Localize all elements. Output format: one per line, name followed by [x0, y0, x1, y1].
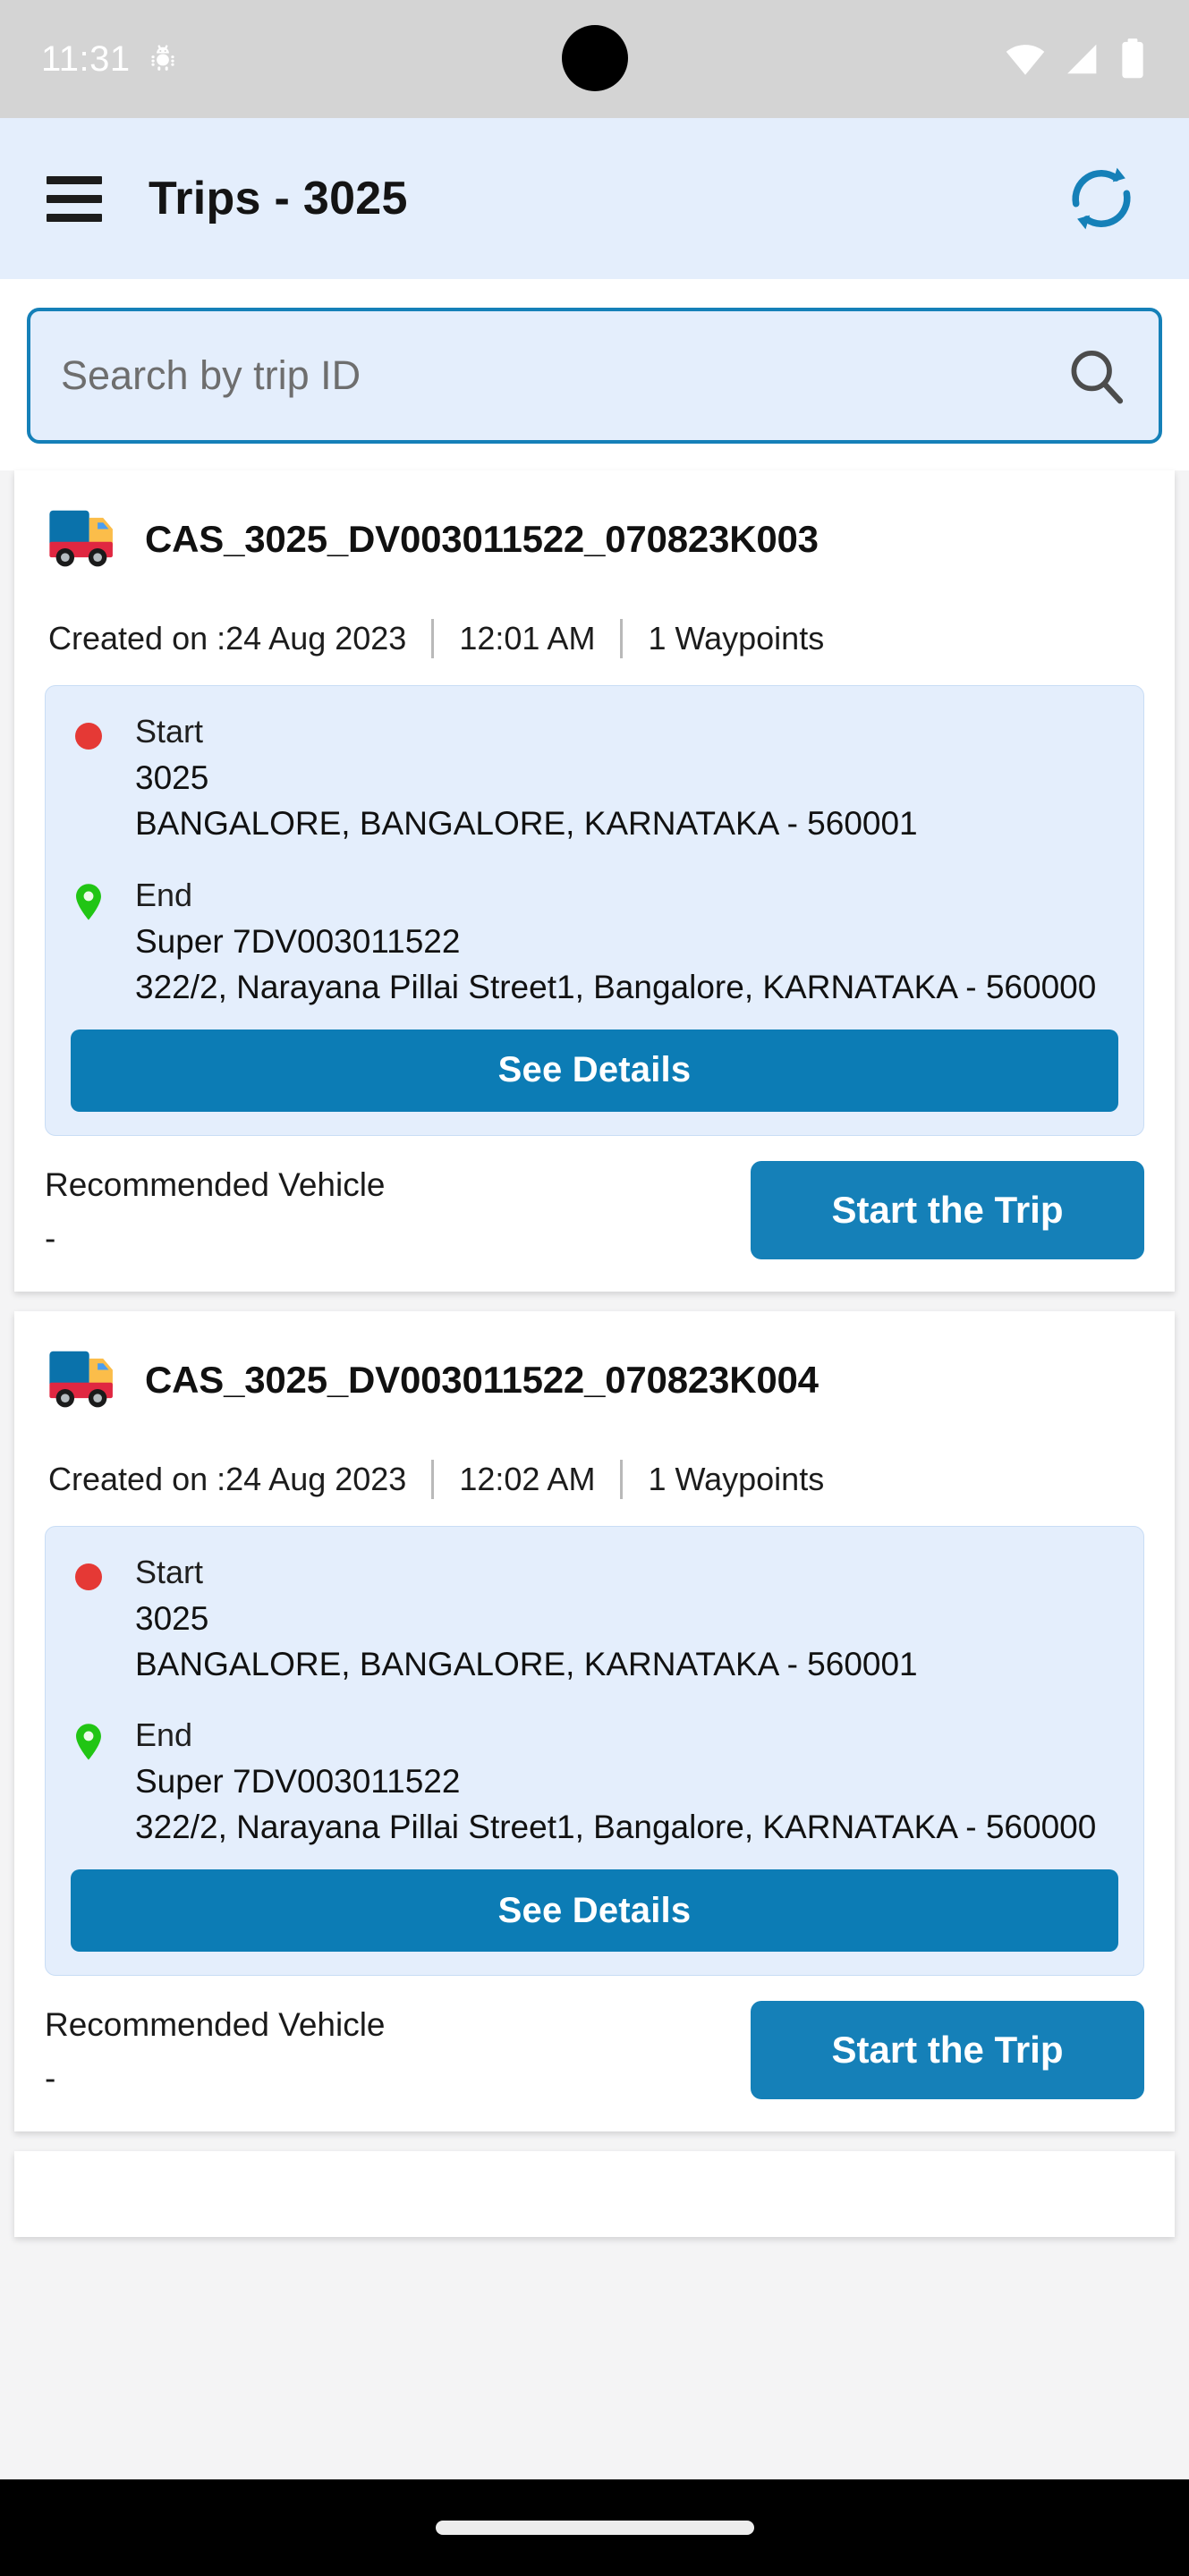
search-section	[0, 279, 1189, 470]
page-title: Trips - 3025	[149, 173, 408, 225]
app-bar: Trips - 3025	[0, 118, 1189, 279]
start-name: 3025	[135, 1599, 209, 1637]
refresh-sync-icon	[1072, 167, 1131, 230]
end-name: Super 7DV003011522	[135, 922, 461, 960]
trip-card-partial[interactable]	[14, 2151, 1175, 2238]
meta-divider	[620, 1459, 624, 1499]
created-date: 24 Aug 2023	[225, 620, 407, 657]
status-bar: 11:31	[0, 0, 1189, 118]
end-marker-wrapper	[71, 1716, 112, 1850]
search-box[interactable]	[27, 308, 1162, 444]
hamburger-bar	[47, 175, 102, 184]
trip-route-panel: Start 3025 BANGALORE, BANGALORE, KARNATA…	[45, 685, 1144, 1136]
cellular-signal-icon	[1067, 44, 1097, 74]
route-leg-start: Start 3025 BANGALORE, BANGALORE, KARNATA…	[71, 713, 1118, 846]
recommended-vehicle-block: Recommended Vehicle -	[45, 2001, 386, 2097]
end-label: End	[135, 1716, 193, 1754]
start-details: Start 3025 BANGALORE, BANGALORE, KARNATA…	[135, 1554, 1118, 1687]
trip-id: CAS_3025_DV003011522_070823K003	[145, 518, 819, 560]
waypoints-count: 1 Waypoints	[648, 620, 825, 657]
created-time: 12:02 AM	[459, 1460, 596, 1497]
battery-icon	[1122, 38, 1143, 79]
start-name: 3025	[135, 759, 209, 796]
start-address: BANGALORE, BANGALORE, KARNATAKA - 560001	[135, 805, 918, 842]
phone-screen: 11:31 Trips - 3025 Search by trip ID CAS…	[0, 0, 1189, 2576]
end-name: Super 7DV003011522	[135, 1763, 461, 1801]
home-gesture-pill[interactable]	[435, 2521, 754, 2535]
created-on-prefix: Created on :	[48, 1460, 226, 1497]
recommended-vehicle-value: -	[45, 1219, 56, 1257]
trip-card[interactable]: CAS_3025_DV003011522_070823K004 Created …	[14, 1310, 1175, 2132]
hamburger-bar	[47, 194, 102, 203]
status-bar-clock: 11:31	[41, 38, 131, 79]
end-details: End Super 7DV003011522 322/2, Narayana P…	[135, 877, 1118, 1010]
start-marker-wrapper	[71, 713, 112, 846]
end-address: 322/2, Narayana Pillai Street1, Bangalor…	[135, 968, 1097, 1005]
trip-route-panel: Start 3025 BANGALORE, BANGALORE, KARNATA…	[45, 1525, 1144, 1977]
trip-card-footer: Recommended Vehicle - Start the Trip	[45, 1160, 1144, 1259]
end-address: 322/2, Narayana Pillai Street1, Bangalor…	[135, 1809, 1097, 1846]
wifi-icon	[1006, 45, 1045, 75]
system-navigation-bar	[0, 2479, 1189, 2576]
start-details: Start 3025 BANGALORE, BANGALORE, KARNATA…	[135, 713, 1118, 846]
end-map-pin-icon	[76, 884, 101, 920]
end-marker-wrapper	[71, 877, 112, 1010]
trip-card-header: CAS_3025_DV003011522_070823K003	[45, 501, 1144, 578]
end-map-pin-icon	[76, 1724, 101, 1761]
front-camera-cutout	[561, 25, 628, 91]
search-icon[interactable]	[1064, 343, 1128, 408]
hamburger-bar	[47, 213, 102, 222]
waypoints-count: 1 Waypoints	[648, 1460, 825, 1497]
trip-list: CAS_3025_DV003011522_070823K003 Created …	[0, 470, 1189, 2238]
status-bar-right	[1003, 37, 1148, 81]
created-on-prefix: Created on :	[48, 620, 226, 657]
status-bar-left: 11:31	[41, 39, 179, 80]
trip-card-header: CAS_3025_DV003011522_070823K004	[45, 1342, 1144, 1419]
hamburger-menu-icon[interactable]	[47, 175, 102, 222]
trip-card-footer: Recommended Vehicle - Start the Trip	[45, 2001, 1144, 2100]
truck-icon	[49, 510, 113, 567]
start-circle-icon	[75, 1563, 102, 1590]
end-label: End	[135, 876, 193, 913]
truck-icon	[49, 1351, 113, 1408]
created-time: 12:01 AM	[459, 620, 596, 657]
route-leg-start: Start 3025 BANGALORE, BANGALORE, KARNATA…	[71, 1554, 1118, 1687]
meta-divider	[431, 1459, 435, 1499]
route-leg-end: End Super 7DV003011522 322/2, Narayana P…	[71, 877, 1118, 1010]
trip-meta: Created on : 24 Aug 2023 12:01 AM 1 Wayp…	[48, 619, 1144, 658]
recommended-vehicle-label: Recommended Vehicle	[45, 2006, 386, 2044]
start-address: BANGALORE, BANGALORE, KARNATAKA - 560001	[135, 1645, 918, 1682]
see-details-button[interactable]: See Details	[71, 1029, 1118, 1112]
start-label: Start	[135, 1553, 204, 1590]
recommended-vehicle-label: Recommended Vehicle	[45, 1165, 386, 1203]
start-circle-icon	[75, 723, 102, 750]
route-leg-end: End Super 7DV003011522 322/2, Narayana P…	[71, 1716, 1118, 1850]
created-date: 24 Aug 2023	[225, 1460, 407, 1497]
recommended-vehicle-value: -	[45, 2060, 56, 2097]
trip-card[interactable]: CAS_3025_DV003011522_070823K003 Created …	[14, 470, 1175, 1292]
start-marker-wrapper	[71, 1554, 112, 1687]
trip-meta: Created on : 24 Aug 2023 12:02 AM 1 Wayp…	[48, 1459, 1144, 1499]
trip-id: CAS_3025_DV003011522_070823K004	[145, 1358, 819, 1401]
refresh-button[interactable]	[1060, 157, 1142, 240]
recommended-vehicle-block: Recommended Vehicle -	[45, 1161, 386, 1258]
meta-divider	[431, 619, 435, 658]
end-details: End Super 7DV003011522 322/2, Narayana P…	[135, 1716, 1118, 1850]
start-trip-button[interactable]: Start the Trip	[751, 2001, 1144, 2100]
start-label: Start	[135, 713, 204, 750]
start-trip-button[interactable]: Start the Trip	[751, 1160, 1144, 1259]
android-bug-icon	[151, 45, 174, 71]
see-details-button[interactable]: See Details	[71, 1869, 1118, 1953]
search-input[interactable]	[61, 352, 1064, 399]
meta-divider	[620, 619, 624, 658]
